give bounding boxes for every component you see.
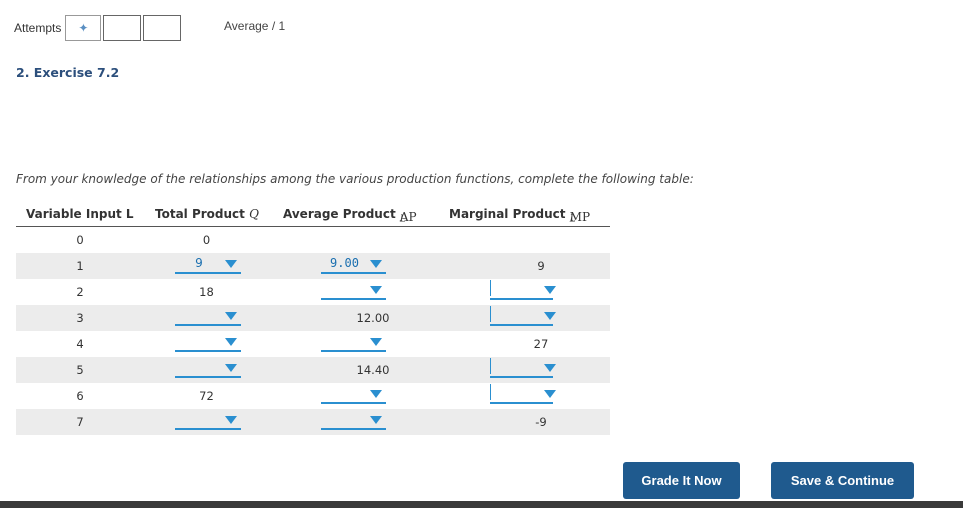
move-diamond-icon: ✦	[78, 21, 89, 35]
cell-tp: 72	[199, 389, 214, 403]
table-row-3: 3 12.00	[16, 305, 610, 331]
cell-l: 4	[76, 337, 84, 351]
attempt-box-2	[103, 15, 142, 41]
cell-l: 0	[76, 233, 84, 247]
table-header: Variable Input L Total Product Q Average…	[16, 204, 610, 227]
dropdown-arrow-icon	[370, 260, 382, 268]
tp-dropdown-4[interactable]	[175, 336, 241, 352]
bottom-toolbar-strip	[0, 501, 963, 508]
tp-dropdown-7[interactable]	[175, 414, 241, 430]
header-total-product-label: Total Product	[155, 207, 250, 221]
mp-dropdown-3[interactable]	[490, 306, 556, 326]
cell-tp: 18	[199, 285, 214, 299]
ap-dropdown-4[interactable]	[321, 336, 386, 352]
dropdown-arrow-icon	[225, 260, 237, 268]
table-row-7: 7 -9	[16, 409, 610, 435]
dropdown-arrow-icon	[544, 390, 556, 398]
table-row-5: 5 14.40	[16, 357, 610, 383]
header-average-product-label: Average Product	[283, 207, 400, 221]
mp-dropdown-6[interactable]	[490, 384, 556, 404]
header-total-product-symbol: Q	[249, 207, 259, 221]
attempts-bar: Attempts ✦	[14, 14, 183, 42]
cell-l: 3	[76, 311, 84, 325]
tp-dropdown-5[interactable]	[175, 362, 241, 378]
ap-dropdown-7[interactable]	[321, 414, 386, 430]
tp-dropdown-1[interactable]: 9	[175, 256, 241, 274]
table-row-0: 0 0	[16, 227, 610, 253]
cell-l: 6	[76, 389, 84, 403]
dropdown-arrow-icon	[544, 312, 556, 320]
dropdown-arrow-icon	[370, 390, 382, 398]
cell-ap: 14.40	[356, 363, 390, 377]
cell-l: 2	[76, 285, 84, 299]
attempt-box-3	[143, 15, 182, 41]
attempt-box-1: ✦	[65, 15, 102, 41]
header-average-product-symbol: AP L	[400, 207, 417, 224]
header-marginal-product-symbol: MP L	[570, 207, 590, 224]
table-row-2: 2 18	[16, 279, 610, 305]
header-marginal-product-label: Marginal Product	[449, 207, 570, 221]
mp-symbol: MP	[569, 210, 591, 224]
ap-dropdown-1[interactable]: 9.00	[321, 256, 386, 274]
dropdown-arrow-icon	[544, 364, 556, 372]
dropdown-arrow-icon	[370, 338, 382, 346]
cell-mp: -9	[535, 415, 547, 429]
dropdown-arrow-icon	[370, 416, 382, 424]
dropdown-arrow-icon	[225, 364, 237, 372]
header-variable-input: Variable Input L	[26, 207, 134, 221]
dropdown-arrow-icon	[225, 312, 237, 320]
ap-dropdown-2[interactable]	[321, 284, 386, 300]
score-average: Average / 1	[224, 19, 286, 33]
cell-mp: 27	[533, 337, 549, 351]
cell-ap: 12.00	[356, 311, 390, 325]
ap-dropdown-value: 9.00	[330, 256, 359, 270]
cell-l: 1	[76, 259, 84, 273]
ap-dropdown-6[interactable]	[321, 388, 386, 404]
exercise-title: 2. Exercise 7.2	[16, 65, 120, 80]
mp-dropdown-5[interactable]	[490, 358, 556, 378]
attempts-label: Attempts	[14, 21, 62, 35]
ap-symbol: AP	[399, 210, 417, 224]
mp-dropdown-2[interactable]	[490, 280, 556, 300]
table-row-1: 1 9 9.00 9	[16, 253, 610, 279]
production-table: Variable Input L Total Product Q Average…	[16, 204, 610, 435]
grade-it-now-button[interactable]: Grade It Now	[623, 462, 740, 499]
instruction-text: From your knowledge of the relationships…	[16, 172, 694, 186]
cell-l: 5	[76, 363, 84, 377]
table-row-4: 4 27	[16, 331, 610, 357]
header-total-product: Total Product Q	[155, 207, 259, 221]
dropdown-arrow-icon	[225, 416, 237, 424]
table-row-6: 6 72	[16, 383, 610, 409]
dropdown-arrow-icon	[225, 338, 237, 346]
save-and-continue-button[interactable]: Save & Continue	[771, 462, 914, 499]
cell-mp: 9	[537, 259, 545, 273]
dropdown-arrow-icon	[370, 286, 382, 294]
tp-dropdown-value: 9	[195, 256, 203, 270]
cell-l: 7	[76, 415, 84, 429]
header-average-product: Average Product AP L	[283, 207, 417, 224]
tp-dropdown-3[interactable]	[175, 310, 241, 326]
dropdown-arrow-icon	[544, 286, 556, 294]
header-marginal-product: Marginal Product MP L	[449, 207, 590, 224]
cell-tp: 0	[202, 233, 211, 247]
